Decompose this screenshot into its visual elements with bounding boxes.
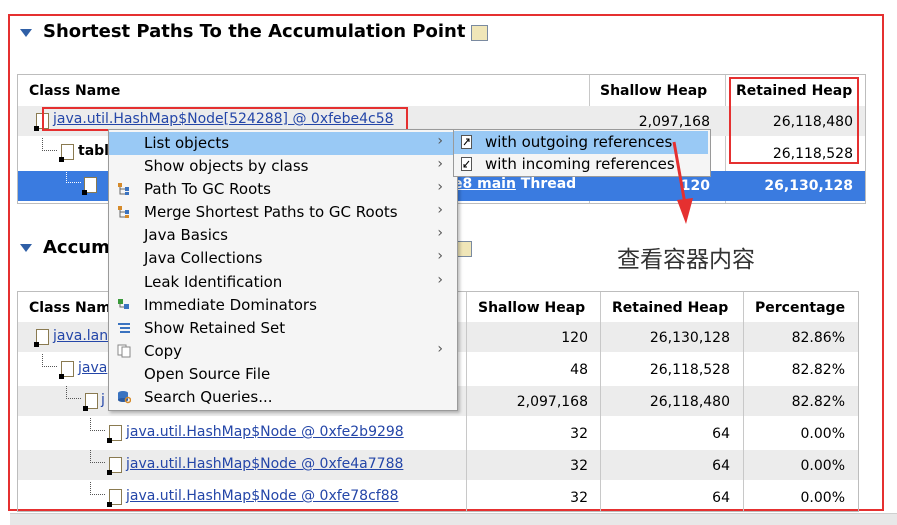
outgoing-references-icon [461,135,475,149]
details-icon[interactable] [471,25,488,41]
menu-item-path-to-gc-roots[interactable]: Path To GC Roots › [109,178,455,201]
dominators-icon [117,298,131,312]
thread-name[interactable]: e8 main Thread [453,176,576,192]
section-title-accumulated: Accum [43,237,110,258]
percentage-value: 82.82% [791,394,845,410]
object-link[interactable]: java.util.HashMap$Node @ 0xfe2b9298 [126,424,404,440]
submenu-arrow-icon: › [437,179,443,195]
retained-heap-value: 26,130,128 [764,178,853,194]
object-link[interactable]: java.util.HashMap$Node @ 0xfe4a7788 [126,456,403,472]
menu-item-leak-identification[interactable]: Leak Identification › [109,271,455,294]
section-title-shortest-paths: Shortest Paths To the Accumulation Point [43,21,466,42]
retained-heap-annotation-box [729,77,859,164]
submenu-arrow-icon: › [437,156,443,172]
retained-heap-value: 64 [712,458,730,474]
horizontal-scrollbar[interactable] [10,513,897,525]
col-header-percentage[interactable]: Percentage [755,300,845,316]
retained-heap-value: 26,118,480 [649,394,730,410]
search-queries-icon [117,390,132,404]
percentage-value: 0.00% [800,490,845,506]
percentage-value: 82.86% [791,330,845,346]
menu-item-open-source-file[interactable]: Open Source File [109,363,455,386]
object-icon [107,489,122,507]
col-header-shallow-heap[interactable]: Shallow Heap [478,300,585,316]
submenu-arrow-icon: › [437,202,443,218]
object-link[interactable]: java.lan [53,328,108,344]
object-icon [59,361,74,379]
percentage-value: 0.00% [800,458,845,474]
percentage-value: 82.82% [791,362,845,378]
annotation-arrow-icon [672,141,693,224]
object-link[interactable]: java.util.HashMap$Node @ 0xfe78cf88 [126,488,399,504]
object-icon [59,144,74,162]
submenu-arrow-icon: › [437,272,443,288]
submenu-arrow-icon: › [437,225,443,241]
shallow-heap-value: 32 [570,426,588,442]
menu-item-show-retained-set[interactable]: Show Retained Set [109,317,455,340]
object-icon [107,457,122,475]
submenu-arrow-icon: › [437,133,443,149]
menu-item-immediate-dominators[interactable]: Immediate Dominators [109,294,455,317]
retained-heap-value: 26,118,528 [649,362,730,378]
copy-icon [117,344,131,358]
shallow-heap-value: 32 [570,458,588,474]
shallow-heap-value: 48 [570,362,588,378]
menu-item-java-collections[interactable]: Java Collections › [109,247,455,270]
submenu-arrow-icon: › [437,341,443,357]
shallow-heap-value: 2,097,168 [638,114,710,130]
object-link[interactable]: java [78,360,107,376]
object-name[interactable]: tabl [78,143,109,159]
context-menu: List objects › Show objects by class › Pat… [108,129,458,411]
submenu-arrow-icon: › [437,248,443,264]
array-object-icon [83,393,98,411]
menu-item-java-basics[interactable]: Java Basics › [109,224,455,247]
collapse-triangle-icon[interactable] [20,29,32,37]
shallow-heap-value: 120 [561,330,588,346]
menu-item-list-objects[interactable]: List objects › [109,132,455,155]
retained-heap-value: 64 [712,426,730,442]
col-header-shallow-heap[interactable]: Shallow Heap [600,83,707,99]
col-header-class-name[interactable]: Class Nam [29,300,111,316]
thread-link[interactable]: e8 main [453,176,516,192]
collapse-triangle-icon[interactable] [20,244,32,252]
menu-item-show-objects-by-class[interactable]: Show objects by class › [109,155,455,178]
retained-heap-value: 26,130,128 [649,330,730,346]
shallow-heap-value: 2,097,168 [516,394,588,410]
annotation-text: 查看容器内容 [617,247,755,273]
menu-item-copy[interactable]: Copy › [109,340,455,363]
incoming-references-icon [461,157,475,171]
menu-item-search-queries[interactable]: Search Queries... [109,386,455,409]
object-icon [107,425,122,443]
percentage-value: 0.00% [800,426,845,442]
retained-heap-value: 64 [712,490,730,506]
menu-item-merge-shortest-paths[interactable]: Merge Shortest Paths to GC Roots › [109,201,455,224]
row-annotation-box [42,107,408,131]
shallow-heap-value: 32 [570,490,588,506]
thread-label: Thread [520,176,577,192]
tree-path-icon [117,182,131,196]
col-header-retained-heap[interactable]: Retained Heap [612,300,728,316]
object-icon [34,329,49,347]
retained-set-icon [117,321,131,335]
thread-object-icon [82,177,97,195]
merge-paths-icon [117,205,131,219]
object-link[interactable]: j [101,392,105,408]
col-header-class-name[interactable]: Class Name [29,83,120,99]
